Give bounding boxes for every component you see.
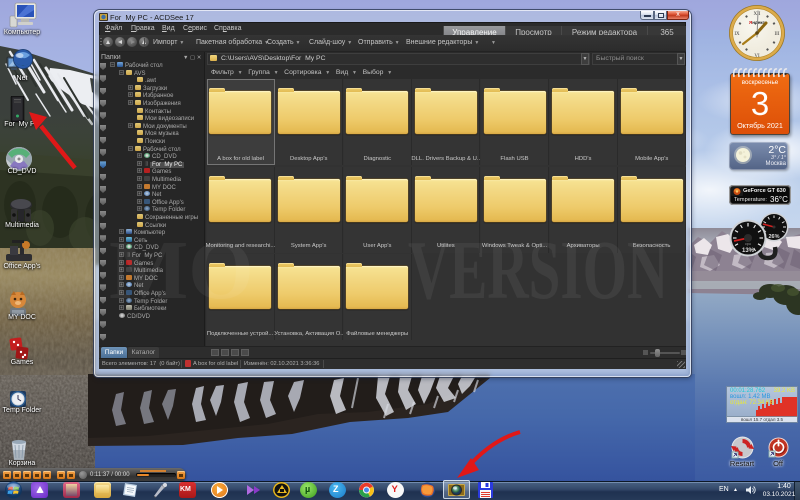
svg-text:IX: IX: [734, 32, 740, 37]
svg-text:III: III: [775, 32, 780, 37]
svg-text:cpu: cpu: [745, 242, 751, 246]
svg-text:26%: 26%: [768, 234, 779, 240]
svg-text:VI: VI: [754, 54, 760, 59]
svg-text:13%: 13%: [742, 248, 755, 254]
svg-text:XII: XII: [754, 12, 761, 17]
